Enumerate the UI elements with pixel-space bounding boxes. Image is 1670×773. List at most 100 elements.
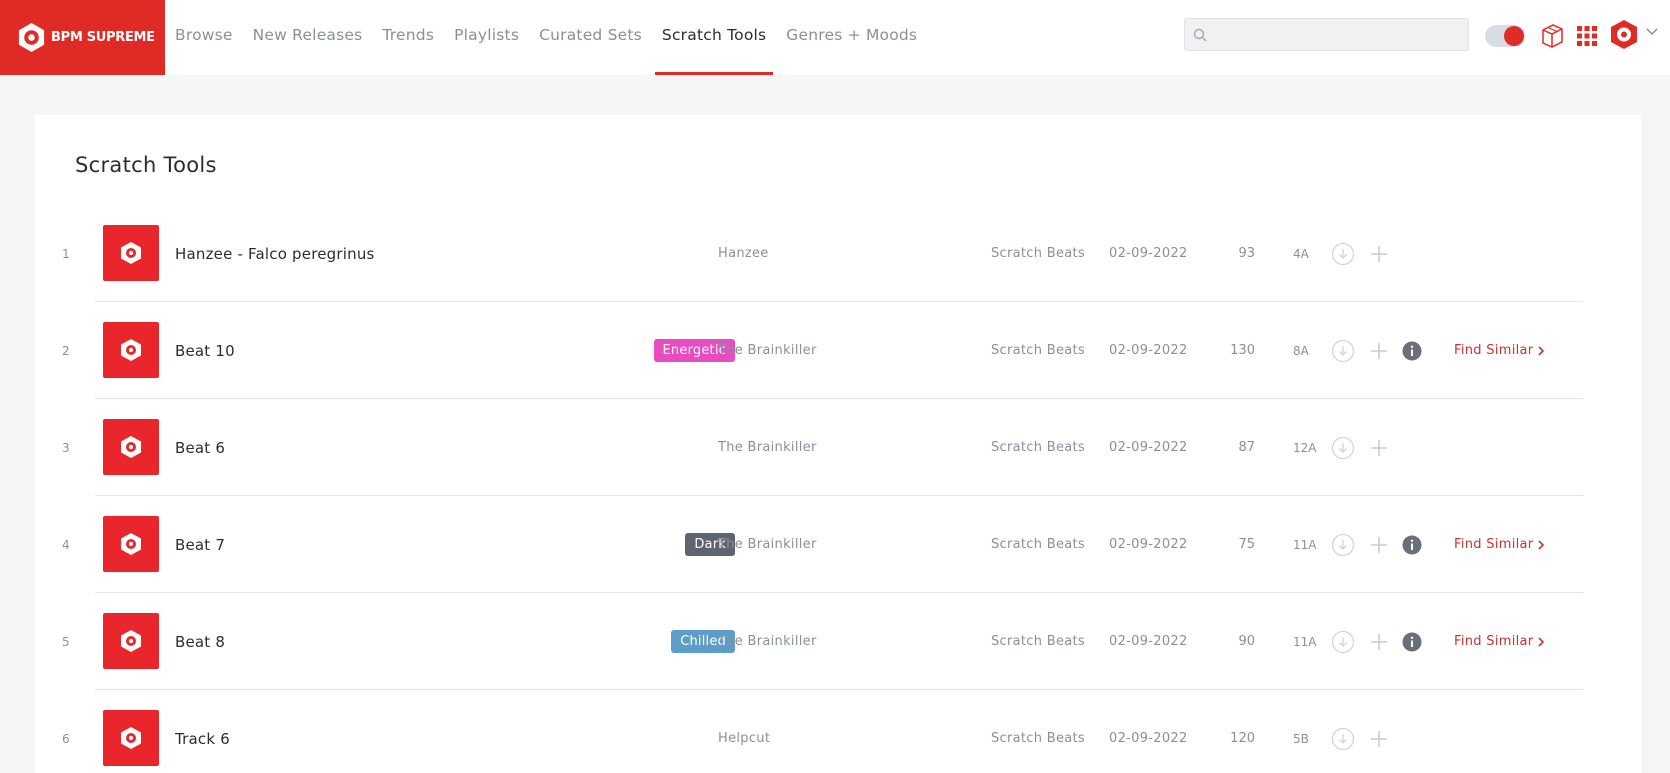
- track-title[interactable]: Beat 6: [175, 399, 225, 496]
- track-artwork[interactable]: [103, 419, 159, 475]
- track-title[interactable]: Hanzee - Falco peregrinus: [175, 205, 375, 302]
- chevron-right-icon: [1538, 345, 1545, 356]
- apps-grid-icon[interactable]: [1576, 25, 1598, 47]
- track-genre[interactable]: Scratch Beats: [991, 496, 1085, 593]
- track-info-button[interactable]: [1402, 302, 1422, 399]
- top-header: BPM SUPREME Browse New Releases Trends P…: [0, 0, 1670, 75]
- add-to-crate-button[interactable]: [1369, 302, 1389, 399]
- download-icon: [1331, 436, 1355, 459]
- track-art-logo-icon: [121, 533, 141, 555]
- nav-trends[interactable]: Trends: [375, 0, 441, 75]
- track-genre[interactable]: Scratch Beats: [991, 690, 1085, 773]
- download-icon: [1331, 242, 1355, 265]
- track-artwork[interactable]: [103, 516, 159, 572]
- track-row[interactable]: 2 Beat 10 Energetic The Brainkiller Scratch …: [35, 302, 1641, 399]
- add-to-crate-button[interactable]: [1369, 690, 1389, 773]
- track-artwork[interactable]: [103, 613, 159, 669]
- download-icon: [1331, 630, 1355, 653]
- add-to-crate-button[interactable]: [1369, 399, 1389, 496]
- nav-genres-moods[interactable]: Genres + Moods: [779, 0, 924, 75]
- track-row[interactable]: 5 Beat 8 Chilled The Brainkiller Scratch Bea…: [35, 593, 1641, 690]
- nav-scratch-tools[interactable]: Scratch Tools: [654, 0, 774, 75]
- find-similar-label: Find Similar: [1454, 537, 1534, 552]
- add-icon: [1371, 633, 1387, 650]
- download-button[interactable]: [1331, 205, 1355, 302]
- track-number: 1: [62, 246, 70, 261]
- account-avatar-icon[interactable]: [1610, 19, 1638, 50]
- search-input[interactable]: [1213, 19, 1463, 50]
- nav-new-releases[interactable]: New Releases: [246, 0, 370, 75]
- track-artist[interactable]: The Brainkiller: [718, 399, 817, 496]
- track-key: 4A: [1293, 246, 1309, 261]
- download-button[interactable]: [1331, 399, 1355, 496]
- track-title[interactable]: Beat 8: [175, 593, 225, 690]
- nav-curated-sets[interactable]: Curated Sets: [532, 0, 649, 75]
- add-to-crate-button[interactable]: [1369, 496, 1389, 593]
- track-row[interactable]: 4 Beat 7 Dark The Brainkiller Scratch Beats 0…: [35, 496, 1641, 593]
- track-artist[interactable]: Hanzee: [718, 205, 769, 302]
- track-row[interactable]: 6 Track 6 Helpcut Scratch Beats 02-09-2022 12…: [35, 690, 1641, 773]
- chevron-down-icon[interactable]: [1646, 28, 1658, 36]
- track-row[interactable]: 1 Hanzee - Falco peregrinus Hanzee Scratch …: [35, 205, 1641, 302]
- toggle-knob: [1504, 26, 1524, 46]
- logo-mark-icon: [18, 22, 45, 53]
- track-info-button[interactable]: [1402, 593, 1422, 690]
- download-button[interactable]: [1331, 690, 1355, 773]
- find-similar-label: Find Similar: [1454, 634, 1534, 649]
- add-icon: [1371, 439, 1387, 456]
- track-date: 02-09-2022: [1109, 246, 1188, 261]
- chevron-right-icon: [1538, 636, 1545, 647]
- chevron-right-icon: [1538, 539, 1545, 550]
- track-artwork[interactable]: [103, 710, 159, 766]
- track-genre[interactable]: Scratch Beats: [991, 593, 1085, 690]
- track-genre[interactable]: Scratch Beats: [991, 205, 1085, 302]
- download-icon: [1331, 533, 1355, 556]
- track-genre[interactable]: Scratch Beats: [991, 399, 1085, 496]
- mood-tag-cell: Dark: [595, 496, 735, 593]
- add-to-crate-button[interactable]: [1369, 205, 1389, 302]
- track-genre[interactable]: Scratch Beats: [991, 302, 1085, 399]
- track-key: 5B: [1293, 731, 1309, 746]
- find-similar-link[interactable]: Find Similar: [1454, 302, 1545, 399]
- track-key: 12A: [1293, 440, 1317, 455]
- track-artist[interactable]: The Brainkiller: [718, 496, 817, 593]
- track-key: 11A: [1293, 537, 1317, 552]
- track-key: 8A: [1293, 343, 1309, 358]
- content-card: Scratch Tools 1 Hanzee - Falco peregrinus…: [35, 115, 1641, 773]
- find-similar-link[interactable]: Find Similar: [1454, 496, 1545, 593]
- track-title[interactable]: Beat 7: [175, 496, 225, 593]
- track-art-logo-icon: [121, 339, 141, 361]
- add-to-crate-button[interactable]: [1369, 593, 1389, 690]
- brand-logo[interactable]: BPM SUPREME: [0, 0, 165, 75]
- download-button[interactable]: [1331, 496, 1355, 593]
- info-icon: [1402, 341, 1422, 360]
- find-similar-link[interactable]: Find Similar: [1454, 593, 1545, 690]
- track-art-logo-icon: [121, 436, 141, 458]
- nav-browse[interactable]: Browse: [168, 0, 240, 75]
- download-button[interactable]: [1331, 593, 1355, 690]
- add-icon: [1371, 730, 1387, 747]
- track-artist[interactable]: The Brainkiller: [718, 302, 817, 399]
- track-art-logo-icon: [121, 727, 141, 749]
- track-row[interactable]: 3 Beat 6 The Brainkiller Scratch Beats 02-09…: [35, 399, 1641, 496]
- track-artwork[interactable]: [103, 225, 159, 281]
- track-date: 02-09-2022: [1109, 343, 1188, 358]
- track-title[interactable]: Track 6: [175, 690, 230, 773]
- search-icon: [1193, 28, 1207, 42]
- theme-toggle[interactable]: [1485, 25, 1525, 47]
- add-icon: [1371, 245, 1387, 262]
- search-box: [1184, 18, 1469, 51]
- track-number: 6: [62, 731, 70, 746]
- track-info-button[interactable]: [1402, 496, 1422, 593]
- download-button[interactable]: [1331, 302, 1355, 399]
- track-title[interactable]: Beat 10: [175, 302, 235, 399]
- track-artist[interactable]: The Brainkiller: [718, 593, 817, 690]
- crate-icon[interactable]: [1540, 22, 1564, 48]
- info-icon: [1402, 632, 1422, 651]
- track-bpm: 130: [1230, 343, 1255, 358]
- mood-tag-cell: Chilled: [595, 593, 735, 690]
- track-artist[interactable]: Helpcut: [718, 690, 770, 773]
- download-icon: [1331, 727, 1355, 750]
- track-artwork[interactable]: [103, 322, 159, 378]
- nav-playlists[interactable]: Playlists: [447, 0, 526, 75]
